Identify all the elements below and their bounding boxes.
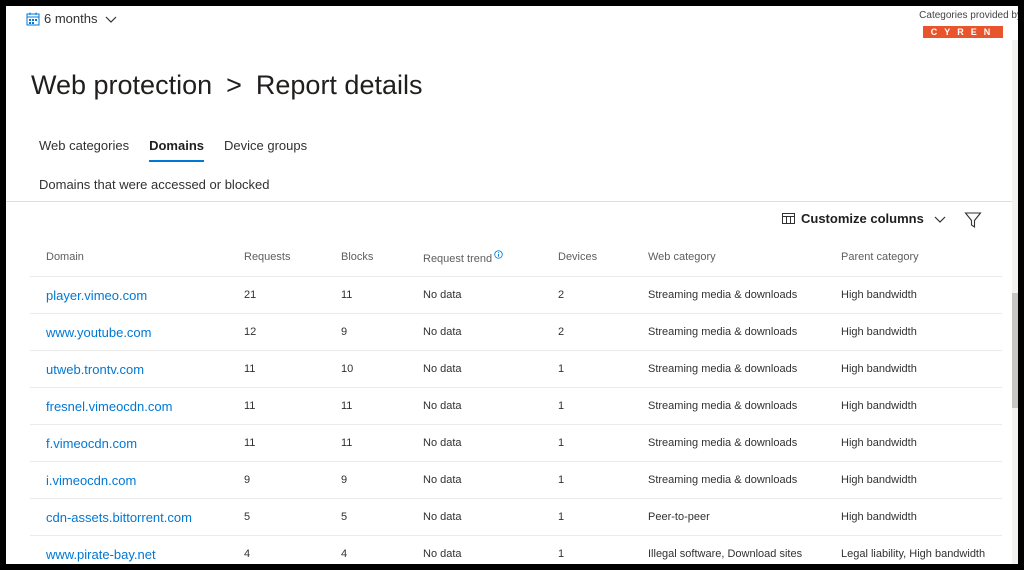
column-header-web-category[interactable]: Web category (632, 238, 825, 277)
chevron-down-icon (106, 16, 117, 23)
requests-cell: 12 (228, 313, 325, 351)
parent-category-cell: High bandwidth (825, 424, 1002, 462)
tab-bar: Web categories Domains Device groups (39, 138, 307, 162)
web-category-cell: Streaming media & downloads (632, 313, 825, 351)
requests-cell: 4 (228, 535, 325, 564)
devices-cell: 2 (542, 276, 632, 314)
column-header-requests[interactable]: Requests (228, 238, 325, 277)
request-trend-cell: No data (407, 387, 542, 425)
parent-category-cell: High bandwidth (825, 498, 1002, 536)
table-row[interactable]: utweb.trontv.com 11 10 No data 1 Streami… (30, 350, 1002, 388)
breadcrumb-current: Report details (255, 70, 423, 100)
request-trend-cell: No data (407, 498, 542, 536)
domain-link[interactable]: www.youtube.com (30, 313, 228, 351)
scrollbar-thumb[interactable] (1012, 293, 1018, 408)
category-provider: Categories provided by CYREN (919, 10, 1018, 40)
table-row[interactable]: www.pirate-bay.net 4 4 No data 1 Illegal… (30, 535, 1002, 564)
requests-cell: 11 (228, 350, 325, 388)
column-header-devices[interactable]: Devices (542, 238, 632, 277)
time-period-label: 6 months (44, 11, 98, 26)
blocks-cell: 11 (325, 387, 407, 425)
table-header-row: Domain Requests Blocks Request trend Dev… (30, 238, 1002, 277)
devices-cell: 1 (542, 498, 632, 536)
breadcrumb-section[interactable]: Web protection (31, 70, 212, 101)
column-header-parent-category[interactable]: Parent category (825, 238, 1002, 277)
web-category-cell: Streaming media & downloads (632, 276, 825, 314)
devices-cell: 1 (542, 461, 632, 499)
devices-cell: 1 (542, 424, 632, 462)
domain-link[interactable]: player.vimeo.com (30, 276, 228, 314)
request-trend-cell: No data (407, 535, 542, 564)
domain-link[interactable]: utweb.trontv.com (30, 350, 228, 388)
devices-cell: 2 (542, 313, 632, 351)
customize-columns-label: Customize columns (801, 211, 924, 226)
requests-cell: 11 (228, 424, 325, 462)
parent-category-cell: High bandwidth (825, 461, 1002, 499)
devices-cell: 1 (542, 387, 632, 425)
table-row[interactable]: i.vimeocdn.com 9 9 No data 1 Streaming m… (30, 461, 1002, 499)
report-page: 6 months Categories provided by CYREN We… (6, 6, 1018, 564)
table-row[interactable]: fresnel.vimeocdn.com 11 11 No data 1 Str… (30, 387, 1002, 425)
chevron-down-icon (934, 216, 946, 223)
devices-cell: 1 (542, 535, 632, 564)
calendar-icon (26, 12, 40, 25)
domain-link[interactable]: f.vimeocdn.com (30, 424, 228, 462)
parent-category-cell: High bandwidth (825, 313, 1002, 351)
table-row[interactable]: f.vimeocdn.com 11 11 No data 1 Streaming… (30, 424, 1002, 462)
web-category-cell: Streaming media & downloads (632, 461, 825, 499)
page-title: Web protection > Report details (31, 70, 422, 101)
requests-cell: 21 (228, 276, 325, 314)
request-trend-cell: No data (407, 313, 542, 351)
categories-provided-caption: Categories provided by (919, 10, 1018, 21)
web-category-cell: Streaming media & downloads (632, 424, 825, 462)
table-row[interactable]: player.vimeo.com 21 11 No data 2 Streami… (30, 276, 1002, 314)
table-row[interactable]: www.youtube.com 12 9 No data 2 Streaming… (30, 313, 1002, 351)
domain-link[interactable]: www.pirate-bay.net (30, 535, 228, 564)
blocks-cell: 11 (325, 276, 407, 314)
tab-domains[interactable]: Domains (149, 138, 204, 162)
blocks-cell: 9 (325, 461, 407, 499)
customize-columns-button[interactable]: Customize columns (782, 211, 946, 226)
blocks-cell: 11 (325, 424, 407, 462)
parent-category-cell: High bandwidth (825, 276, 1002, 314)
tab-device-groups[interactable]: Device groups (224, 138, 307, 162)
section-description: Domains that were accessed or blocked (39, 177, 270, 192)
column-header-request-trend[interactable]: Request trend (407, 238, 542, 277)
parent-category-cell: Legal liability, High bandwidth (825, 535, 1002, 564)
web-category-cell: Streaming media & downloads (632, 350, 825, 388)
requests-cell: 9 (228, 461, 325, 499)
requests-cell: 5 (228, 498, 325, 536)
web-category-cell: Illegal software, Download sites (632, 535, 825, 564)
blocks-cell: 5 (325, 498, 407, 536)
cyren-logo: CYREN (923, 26, 1003, 38)
table-row[interactable]: cdn-assets.bittorrent.com 5 5 No data 1 … (30, 498, 1002, 536)
web-category-cell: Peer-to-peer (632, 498, 825, 536)
blocks-cell: 9 (325, 313, 407, 351)
request-trend-label: Request trend (423, 252, 493, 265)
devices-cell: 1 (542, 350, 632, 388)
columns-icon (782, 213, 795, 224)
breadcrumb-separator: > (226, 70, 242, 100)
domain-link[interactable]: fresnel.vimeocdn.com (30, 387, 228, 425)
request-trend-cell: No data (407, 276, 542, 314)
time-period-dropdown[interactable]: 6 months (26, 11, 117, 26)
request-trend-cell: No data (407, 461, 542, 499)
column-header-blocks[interactable]: Blocks (325, 238, 407, 277)
parent-category-cell: High bandwidth (825, 350, 1002, 388)
domain-link[interactable]: cdn-assets.bittorrent.com (30, 498, 228, 536)
divider (6, 201, 1018, 202)
tab-web-categories[interactable]: Web categories (39, 138, 129, 162)
domain-link[interactable]: i.vimeocdn.com (30, 461, 228, 499)
parent-category-cell: High bandwidth (825, 387, 1002, 425)
web-category-cell: Streaming media & downloads (632, 387, 825, 425)
request-trend-cell: No data (407, 424, 542, 462)
info-icon[interactable] (494, 249, 503, 259)
filter-icon[interactable] (964, 211, 982, 229)
domains-table: Domain Requests Blocks Request trend Dev… (30, 238, 1002, 564)
blocks-cell: 4 (325, 535, 407, 564)
blocks-cell: 10 (325, 350, 407, 388)
requests-cell: 11 (228, 387, 325, 425)
request-trend-cell: No data (407, 350, 542, 388)
column-header-domain[interactable]: Domain (30, 238, 228, 277)
